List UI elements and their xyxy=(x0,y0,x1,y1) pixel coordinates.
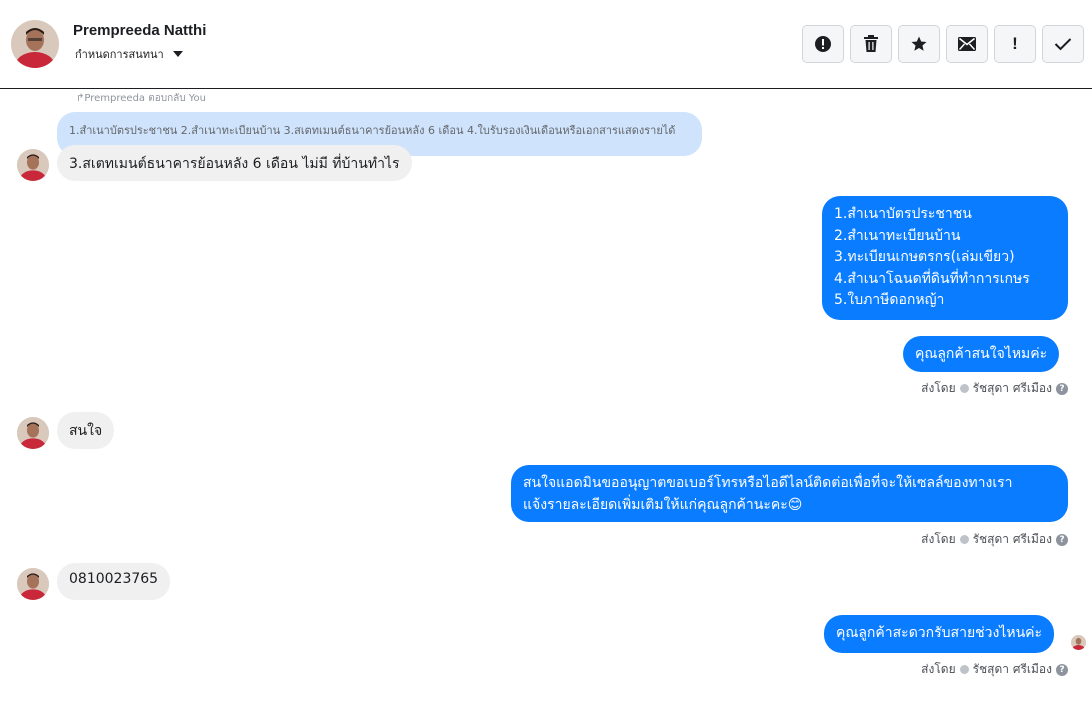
incoming-message[interactable]: 0810023765 xyxy=(57,563,171,600)
outgoing-message[interactable]: คุณลูกค้าสนใจไหมค่ะ xyxy=(903,336,1060,372)
assign-conversation-dropdown[interactable]: กำหนดการสนทนา xyxy=(75,45,183,63)
message-line: แจ้งรายละเอียดเพิ่มเติมให้แก่คุณลูกค้านะ… xyxy=(523,496,803,513)
sent-by-prefix: ส่งโดย xyxy=(921,662,956,676)
message-line: 1.สำเนาบัตรประชาชน xyxy=(834,206,972,222)
assign-label: กำหนดการสนทนา xyxy=(75,48,164,61)
follow-up-button[interactable]: ! xyxy=(994,25,1036,63)
sent-by-agent[interactable]: รัชสุดา ศรีเมือง xyxy=(973,530,1052,549)
help-icon[interactable]: ? xyxy=(1056,663,1068,676)
contact-name: Prempreeda Natthi xyxy=(73,22,207,39)
sent-by-line: ส่งโดย รัชสุดา ศรีเมือง ? xyxy=(921,379,1068,398)
agent-avatar-icon xyxy=(959,535,969,544)
outgoing-message[interactable]: สนใจแอดมินขออนุญาตขอเบอร์โทรหรือไอดีไลน์… xyxy=(511,465,1068,522)
message-line: 5.ใบภาษีดอกหญ้า xyxy=(834,292,945,308)
message-line: 2.สำเนาทะเบียนบ้าน xyxy=(834,227,961,244)
header-toolbar: ! xyxy=(802,25,1084,63)
seen-avatar xyxy=(1071,635,1086,650)
alert-circle-icon xyxy=(815,36,831,52)
help-icon[interactable]: ? xyxy=(1056,382,1068,395)
exclamation-icon: ! xyxy=(1012,34,1018,53)
envelope-icon xyxy=(958,37,976,51)
mark-spam-button[interactable] xyxy=(802,25,844,63)
contact-avatar[interactable] xyxy=(11,20,59,68)
outgoing-message[interactable]: คุณลูกค้าสะดวกรับสายช่วงไหนค่ะ xyxy=(824,615,1055,653)
delete-button[interactable] xyxy=(850,25,892,63)
sent-by-prefix: ส่งโดย xyxy=(921,381,956,395)
reply-note: ↱Prempreeda ตอบกลับ You xyxy=(76,93,207,104)
message-line: 3.ทะเบียนเกษตรกร(เล่มเขียว) xyxy=(834,249,1015,265)
sent-by-prefix: ส่งโดย xyxy=(921,532,956,546)
incoming-message[interactable]: 3.สเตทเมนต์ธนาคารย้อนหลัง 6 เดือน ไม่มี … xyxy=(57,145,412,181)
sent-by-agent[interactable]: รัชสุดา ศรีเมือง xyxy=(973,379,1052,398)
contact-avatar-small[interactable] xyxy=(17,149,49,181)
message-line: สนใจแอดมินขออนุญาตขอเบอร์โทรหรือไอดีไลน์… xyxy=(523,475,1013,491)
help-icon[interactable]: ? xyxy=(1056,533,1068,546)
agent-avatar-icon xyxy=(959,665,969,674)
contact-avatar-small[interactable] xyxy=(17,568,49,600)
mark-done-button[interactable] xyxy=(1042,25,1084,63)
star-button[interactable] xyxy=(898,25,940,63)
check-icon xyxy=(1054,38,1072,51)
sent-by-line: ส่งโดย รัชสุดา ศรีเมือง ? xyxy=(921,530,1068,549)
incoming-message[interactable]: สนใจ xyxy=(57,412,115,449)
trash-icon xyxy=(864,35,878,52)
agent-avatar-icon xyxy=(959,384,969,393)
outgoing-message[interactable]: 1.สำเนาบัตรประชาชน 2.สำเนาทะเบียนบ้าน 3.… xyxy=(822,196,1068,320)
sent-by-agent[interactable]: รัชสุดา ศรีเมือง xyxy=(973,660,1052,679)
conversation-header: Prempreeda Natthi กำหนดการสนทนา ! xyxy=(0,0,1092,89)
contact-avatar-small[interactable] xyxy=(17,417,49,449)
sent-by-line: ส่งโดย รัชสุดา ศรีเมือง ? xyxy=(921,660,1068,679)
message-line: 4.สำเนาโฉนดที่ดินที่ทำการเกษร xyxy=(834,270,1030,287)
star-icon xyxy=(911,36,927,51)
caret-down-icon xyxy=(172,51,183,57)
mark-unread-button[interactable] xyxy=(946,25,988,63)
